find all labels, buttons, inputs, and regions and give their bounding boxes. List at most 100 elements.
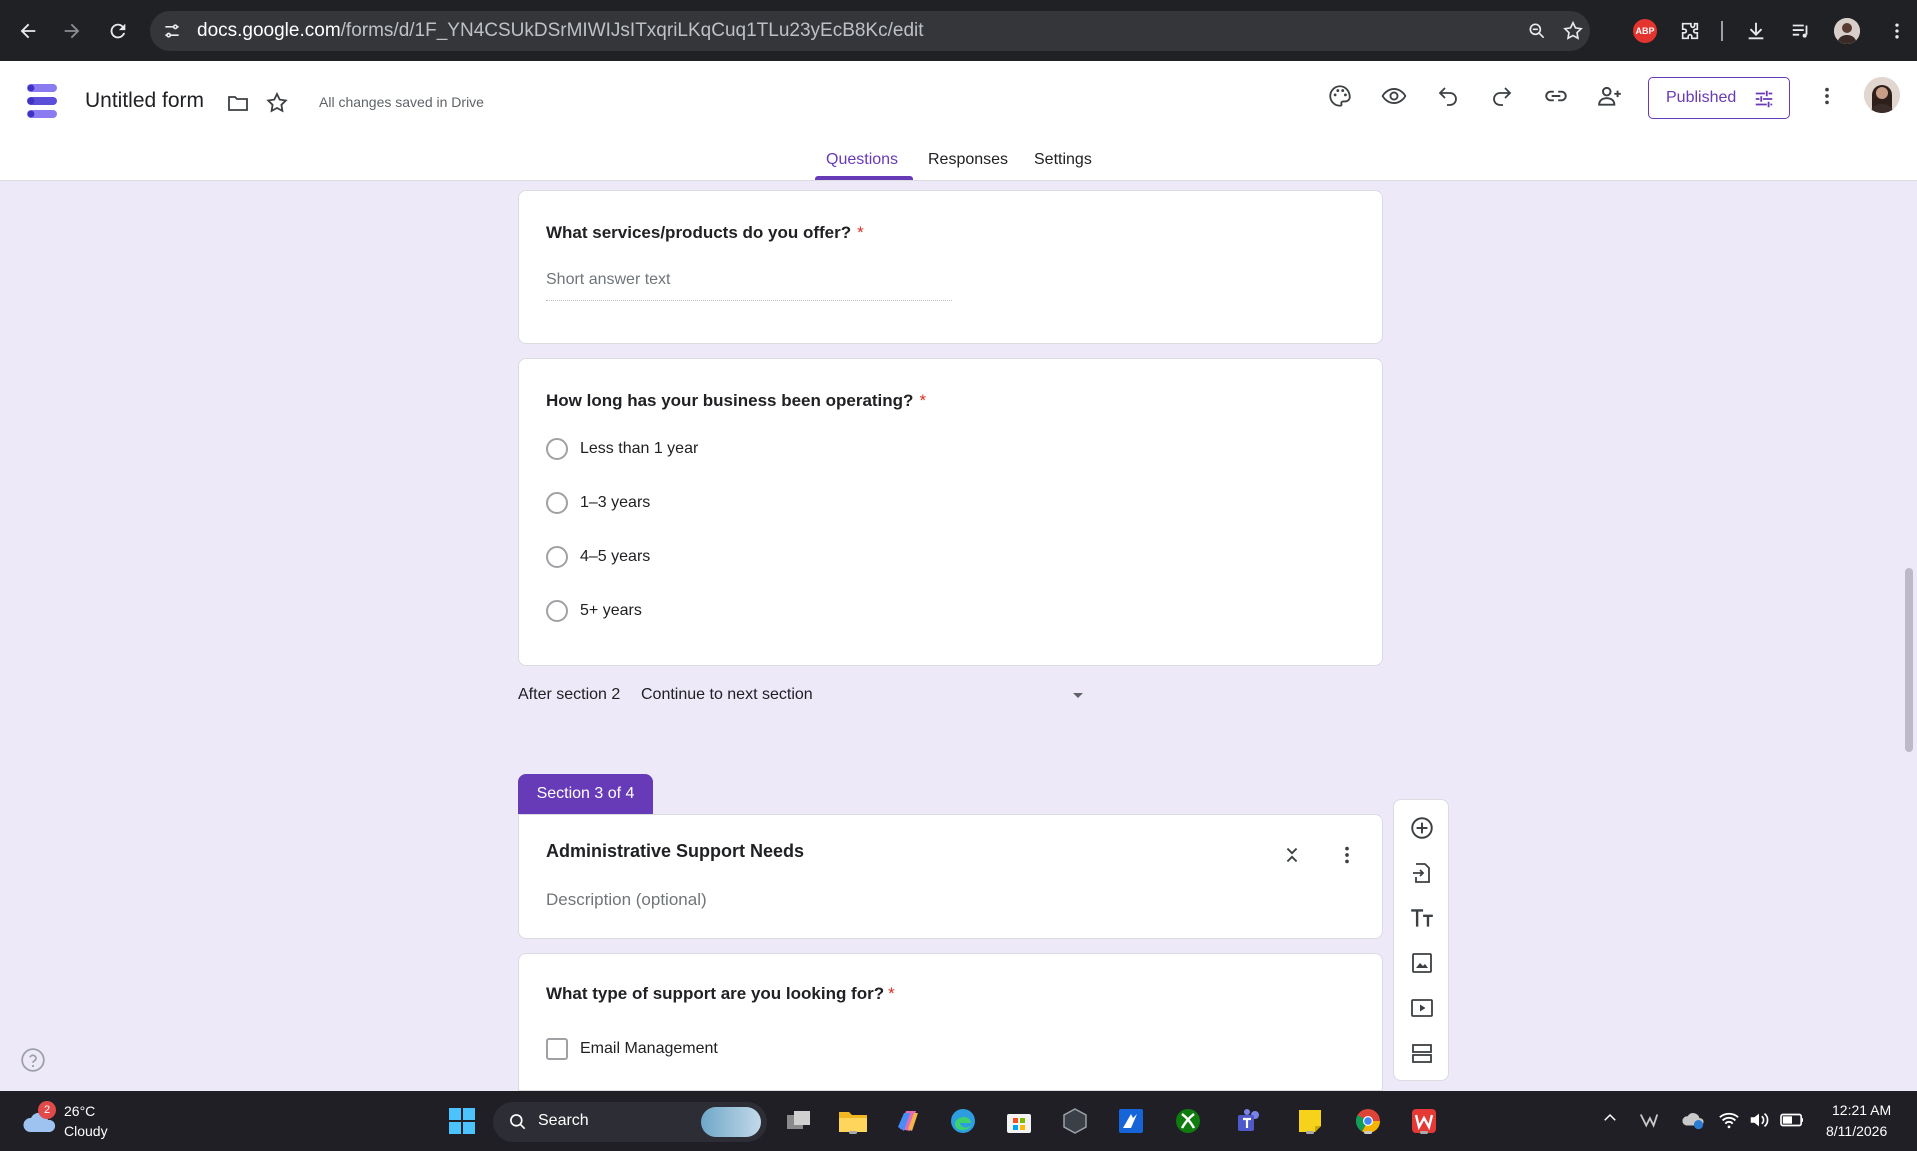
tray-app-icon[interactable] (1638, 1109, 1660, 1131)
radio-option[interactable]: 4–5 years (546, 544, 650, 570)
reload-icon (110, 23, 126, 39)
forms-header: Untitled form All changes saved in Drive… (0, 61, 1917, 181)
teams-button[interactable] (1233, 1105, 1265, 1137)
help-icon[interactable] (20, 1047, 46, 1073)
more-options-button[interactable] (1811, 80, 1843, 112)
question-card-support-type[interactable]: What type of support are you looking for… (518, 953, 1383, 1091)
section-more-options-icon[interactable] (1336, 843, 1358, 867)
microsoft-store-button[interactable] (1003, 1105, 1035, 1137)
onedrive-icon[interactable] (1681, 1109, 1705, 1131)
site-settings-icon[interactable] (162, 21, 182, 41)
radio-button[interactable] (546, 600, 568, 622)
short-answer-field: Short answer text (546, 271, 952, 301)
section-header-card[interactable]: Administrative Support Needs Description… (518, 814, 1383, 939)
import-questions-button[interactable] (1408, 859, 1436, 887)
wps-office-button[interactable] (1408, 1105, 1440, 1137)
add-section-button[interactable] (1408, 1039, 1436, 1067)
form-title[interactable]: Untitled form (85, 89, 204, 113)
task-view-button[interactable] (783, 1105, 815, 1137)
url-text[interactable]: docs.google.com/forms/d/1F_YN4CSUkDSrMIW… (197, 20, 924, 42)
weather-temperature[interactable]: 26°C (64, 1103, 95, 1119)
preview-button[interactable] (1378, 80, 1410, 112)
reload-button[interactable] (100, 13, 136, 49)
question-title[interactable]: How long has your business been operatin… (546, 391, 926, 411)
add-question-button[interactable] (1408, 814, 1436, 842)
redo-button[interactable] (1486, 80, 1518, 112)
downloads-button[interactable] (1740, 15, 1772, 47)
kebab-menu-icon (1825, 87, 1829, 105)
radio-option[interactable]: Less than 1 year (546, 436, 698, 462)
chrome-button[interactable] (1352, 1105, 1384, 1137)
radio-button[interactable] (546, 546, 568, 568)
address-bar[interactable]: docs.google.com/forms/d/1F_YN4CSUkDSrMIW… (150, 11, 1590, 51)
extensions-button[interactable] (1674, 15, 1706, 47)
add-image-button[interactable] (1408, 949, 1436, 977)
section-description-field[interactable]: Description (optional) (546, 890, 707, 910)
radio-option[interactable]: 5+ years (546, 598, 642, 624)
volume-icon[interactable] (1748, 1109, 1770, 1131)
xbox-button[interactable] (1172, 1105, 1204, 1137)
clock-date[interactable]: 8/11/2026 (1826, 1123, 1887, 1139)
app-shield-button[interactable] (1059, 1105, 1091, 1137)
playlist-icon (1792, 24, 1808, 38)
section-title[interactable]: Administrative Support Needs (546, 841, 804, 862)
forward-button[interactable] (54, 13, 90, 49)
bookmark-star-icon[interactable] (1562, 20, 1584, 42)
windows-taskbar: 2 26°C Cloudy Search 12:21 AM 8/11/2026 (0, 1091, 1917, 1151)
copy-link-button[interactable] (1540, 80, 1572, 112)
zoom-icon[interactable] (1527, 21, 1547, 41)
text-format-icon (1411, 909, 1433, 927)
taskbar-search[interactable]: Search (493, 1102, 767, 1142)
star-button[interactable] (261, 87, 293, 119)
after-section-dropdown[interactable]: Continue to next section (641, 686, 813, 704)
question-title[interactable]: What services/products do you offer? * (546, 223, 864, 243)
question-card-services[interactable]: What services/products do you offer? * Sh… (518, 190, 1383, 344)
checkbox[interactable] (546, 1038, 568, 1060)
checkbox-option[interactable]: Email Management (546, 1038, 718, 1060)
adblock-extension-icon[interactable]: ABP (1633, 19, 1657, 43)
published-button[interactable]: Published (1648, 77, 1790, 119)
url-path: /forms/d/1F_YN4CSUkDSrMIWIJsITxqriLKqCuq… (340, 20, 924, 41)
dropdown-caret-icon[interactable] (1073, 693, 1083, 698)
profile-picture-icon (1864, 77, 1900, 113)
page-scrollbar[interactable] (1905, 568, 1913, 752)
chrome-profile-avatar[interactable] (1834, 18, 1860, 44)
weather-condition[interactable]: Cloudy (64, 1123, 108, 1139)
radio-button[interactable] (546, 438, 568, 460)
tab-questions[interactable]: Questions (826, 151, 898, 169)
add-video-button[interactable] (1408, 994, 1436, 1022)
tab-settings[interactable]: Settings (1034, 151, 1092, 169)
undo-button[interactable] (1432, 80, 1464, 112)
required-asterisk: * (919, 391, 927, 410)
question-card-business-duration[interactable]: How long has your business been operatin… (518, 358, 1383, 666)
app-pen-button[interactable] (1115, 1105, 1147, 1137)
browser-toolbar: docs.google.com/forms/d/1F_YN4CSUkDSrMIW… (0, 0, 1917, 61)
back-button[interactable] (10, 13, 46, 49)
google-forms-logo-icon[interactable] (24, 82, 60, 120)
clock-time[interactable]: 12:21 AM (1832, 1102, 1891, 1118)
question-title-text: What services/products do you offer? (546, 223, 852, 242)
copilot-button[interactable] (892, 1105, 924, 1137)
battery-icon[interactable] (1779, 1109, 1805, 1131)
move-to-folder-button[interactable] (222, 87, 254, 119)
sticky-notes-button[interactable] (1294, 1105, 1326, 1137)
add-collaborators-button[interactable] (1594, 80, 1626, 112)
form-tabs: Questions Responses Settings (0, 145, 1917, 181)
customize-theme-button[interactable] (1324, 80, 1356, 112)
edge-button[interactable] (947, 1105, 979, 1137)
collapse-section-icon[interactable] (1281, 843, 1303, 867)
running-indicator (849, 1131, 857, 1134)
user-avatar[interactable] (1864, 77, 1900, 113)
tab-responses[interactable]: Responses (928, 151, 1008, 169)
radio-option[interactable]: 1–3 years (546, 490, 650, 516)
question-title[interactable]: What type of support are you looking for… (546, 984, 895, 1004)
floating-toolbar (1393, 799, 1449, 1081)
wifi-icon[interactable] (1718, 1109, 1740, 1131)
chevron-up-icon[interactable] (1601, 1109, 1619, 1127)
chrome-menu-button[interactable] (1881, 15, 1913, 47)
start-button[interactable] (446, 1105, 478, 1137)
add-title-description-button[interactable] (1408, 904, 1436, 932)
file-explorer-button[interactable] (837, 1105, 869, 1137)
radio-button[interactable] (546, 492, 568, 514)
media-control-button[interactable] (1785, 15, 1817, 47)
